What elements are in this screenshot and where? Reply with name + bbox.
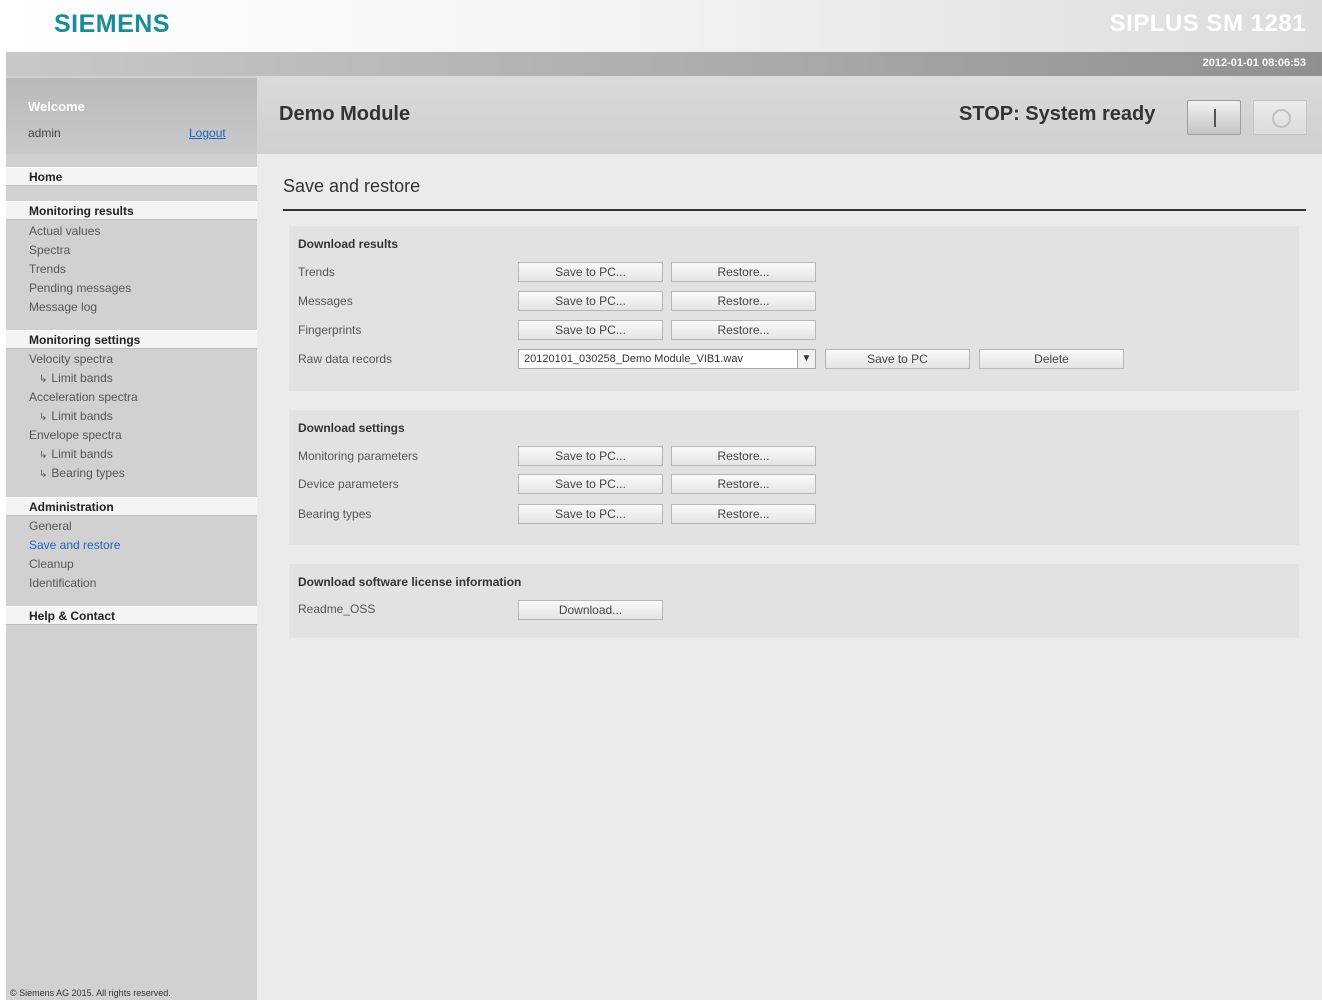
raw-data-save-button[interactable]: Save to PC xyxy=(825,349,970,369)
siemens-logo: SIEMENS xyxy=(54,10,171,38)
welcome-title: Welcome xyxy=(28,99,85,114)
module-header: Demo Module STOP: System ready xyxy=(257,76,1322,154)
module-name: Demo Module xyxy=(279,103,411,125)
nav-item-label: Limit bands xyxy=(51,371,113,385)
messages-restore-button[interactable]: Restore... xyxy=(671,291,816,311)
nav-item-message-log[interactable]: Message log xyxy=(29,300,97,314)
device-parameters-save-button[interactable]: Save to PC... xyxy=(518,474,663,494)
trends-restore-button[interactable]: Restore... xyxy=(671,262,816,282)
nav-administration[interactable]: Administration xyxy=(6,497,257,516)
nav-item-envelope-spectra[interactable]: Envelope spectra xyxy=(29,428,122,442)
app-window: SIEMENS SIPLUS SM 1281 2012-01-01 08:06:… xyxy=(6,0,1322,1000)
nav-item-bearing-types[interactable]: ↳ Bearing types xyxy=(39,466,125,480)
row-label-device-parameters: Device parameters xyxy=(298,477,399,491)
nav-item-label: Limit bands xyxy=(51,447,113,461)
sidebar: Welcome admin Logout Home Monitoring res… xyxy=(6,76,257,1000)
nav-item-acceleration-limit-bands[interactable]: ↳ Limit bands xyxy=(39,409,113,423)
bearing-types-save-button[interactable]: Save to PC... xyxy=(518,504,663,524)
main-content: Demo Module STOP: System ready Save and … xyxy=(257,76,1322,1000)
nav-item-envelope-limit-bands[interactable]: ↳ Limit bands xyxy=(39,447,113,461)
nav-item-cleanup[interactable]: Cleanup xyxy=(29,557,74,571)
sub-arrow-icon: ↳ xyxy=(39,374,48,385)
system-status: STOP: System ready xyxy=(959,103,1156,125)
panel-title: Download settings xyxy=(298,421,405,435)
nav-home[interactable]: Home xyxy=(6,167,257,186)
stop-button[interactable] xyxy=(1253,100,1307,135)
nav-monitoring-settings[interactable]: Monitoring settings xyxy=(6,330,257,349)
monitoring-parameters-save-button[interactable]: Save to PC... xyxy=(518,446,663,466)
nav-item-label: Limit bands xyxy=(51,409,113,423)
bearing-types-restore-button[interactable]: Restore... xyxy=(671,504,816,524)
panel-title: Download software license information xyxy=(298,575,522,589)
device-parameters-restore-button[interactable]: Restore... xyxy=(671,474,816,494)
nav-item-identification[interactable]: Identification xyxy=(29,576,96,590)
row-label-readme-oss: Readme_OSS xyxy=(298,602,376,616)
nav-item-trends[interactable]: Trends xyxy=(29,262,66,276)
fingerprints-restore-button[interactable]: Restore... xyxy=(671,320,816,340)
page-title: Save and restore xyxy=(283,176,421,196)
run-button[interactable] xyxy=(1187,100,1241,135)
nav-item-save-and-restore[interactable]: Save and restore xyxy=(29,538,120,552)
sub-arrow-icon: ↳ xyxy=(39,469,48,480)
copyright: © Siemens AG 2015. All rights reserved. xyxy=(10,988,171,998)
panel-title: Download results xyxy=(298,237,399,251)
row-label-messages: Messages xyxy=(298,294,353,308)
welcome-box: Welcome admin Logout xyxy=(6,78,257,154)
nav-help-contact[interactable]: Help & Contact xyxy=(6,606,257,625)
logout-link[interactable]: Logout xyxy=(189,126,226,140)
nav-item-acceleration-spectra[interactable]: Acceleration spectra xyxy=(29,390,138,404)
username: admin xyxy=(28,126,61,140)
messages-save-button[interactable]: Save to PC... xyxy=(518,291,663,311)
product-name: SIPLUS SM 1281 xyxy=(1109,10,1306,37)
chevron-down-icon[interactable]: ▼ xyxy=(797,350,815,368)
download-license-panel: Download software license information Re… xyxy=(289,564,1299,638)
download-results-panel: Download results Trends Save to PC... Re… xyxy=(289,226,1299,391)
nav-item-velocity-limit-bands[interactable]: ↳ Limit bands xyxy=(39,371,113,385)
current-datetime: 2012-01-01 08:06:53 xyxy=(1202,57,1306,69)
readme-download-button[interactable]: Download... xyxy=(518,600,663,620)
row-label-bearing-types: Bearing types xyxy=(298,507,372,521)
nav-item-label: Bearing types xyxy=(51,466,125,480)
nav-item-velocity-spectra[interactable]: Velocity spectra xyxy=(29,352,113,366)
raw-data-select[interactable]: 20120101_030258_Demo Module_VIB1.wav ▼ xyxy=(518,349,816,369)
nav-monitoring-results[interactable]: Monitoring results xyxy=(6,201,257,220)
fingerprints-save-button[interactable]: Save to PC... xyxy=(518,320,663,340)
raw-data-delete-button[interactable]: Delete xyxy=(979,349,1124,369)
title-divider xyxy=(283,209,1306,211)
top-header: SIEMENS SIPLUS SM 1281 xyxy=(6,0,1322,52)
trends-save-button[interactable]: Save to PC... xyxy=(518,262,663,282)
nav-item-actual-values[interactable]: Actual values xyxy=(29,224,100,238)
nav-item-pending-messages[interactable]: Pending messages xyxy=(29,281,131,295)
monitoring-parameters-restore-button[interactable]: Restore... xyxy=(671,446,816,466)
raw-data-selected-file: 20120101_030258_Demo Module_VIB1.wav xyxy=(524,353,743,365)
nav-item-spectra[interactable]: Spectra xyxy=(29,243,70,257)
row-label-fingerprints: Fingerprints xyxy=(298,323,362,337)
download-settings-panel: Download settings Monitoring parameters … xyxy=(289,410,1299,545)
sub-arrow-icon: ↳ xyxy=(39,450,48,461)
row-label-trends: Trends xyxy=(298,265,335,279)
sub-arrow-icon: ↳ xyxy=(39,412,48,423)
row-label-raw-data: Raw data records xyxy=(298,352,393,366)
date-bar: 2012-01-01 08:06:53 xyxy=(6,52,1322,76)
row-label-monitoring-parameters: Monitoring parameters xyxy=(298,449,419,463)
nav-item-general[interactable]: General xyxy=(29,519,72,533)
